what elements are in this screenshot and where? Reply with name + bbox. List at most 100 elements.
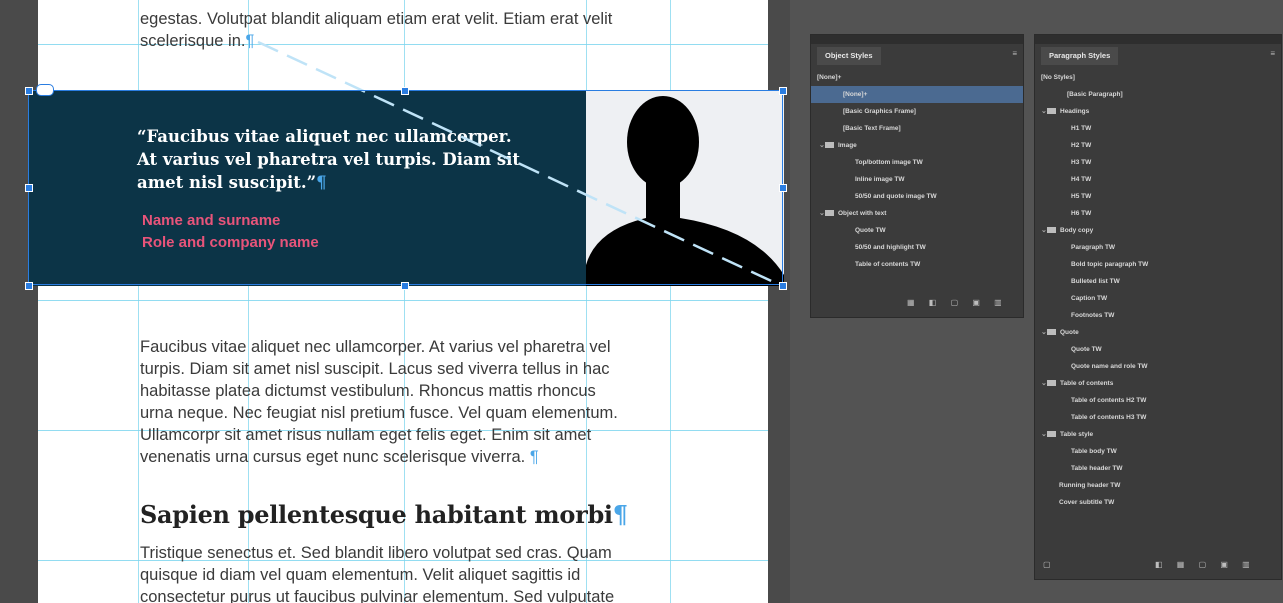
tab-paragraph-styles[interactable]: Paragraph Styles [1041, 47, 1119, 65]
style-item[interactable]: 50/50 and highlight TW [811, 239, 1023, 256]
style-item[interactable]: Table of contents H2 TW [1035, 392, 1281, 409]
style-label: [Basic Paragraph] [1067, 91, 1123, 98]
folder-icon [1047, 431, 1056, 438]
object-styles-panel[interactable]: Object Styles ≡ [None]+ [None]+ [Basic G… [810, 34, 1024, 318]
group-label: Body copy [1060, 227, 1094, 234]
style-label: Cover subtitle TW [1059, 499, 1115, 506]
style-label: Quote name and role TW [1071, 363, 1148, 370]
style-label: Table body TW [1071, 448, 1117, 455]
style-item[interactable]: Table of contents TW [811, 256, 1023, 273]
style-group[interactable]: ⌄ Object with text [811, 205, 1023, 222]
style-item[interactable]: Bold topic paragraph TW [1035, 256, 1281, 273]
style-item[interactable]: Quote TW [1035, 341, 1281, 358]
style-group[interactable]: ⌄ Image [811, 137, 1023, 154]
folder-icon [825, 142, 834, 149]
style-label: Inline image TW [855, 176, 905, 183]
style-item[interactable]: Inline image TW [811, 171, 1023, 188]
style-label: Running header TW [1059, 482, 1121, 489]
style-item[interactable]: Top/bottom image TW [811, 154, 1023, 171]
style-label: Top/bottom image TW [855, 159, 923, 166]
style-label: Bold topic paragraph TW [1071, 261, 1149, 268]
panel-footer-icons[interactable]: ◧ ▦ ▢ ▣ ▥ [1155, 560, 1256, 569]
style-label: [Basic Text Frame] [843, 125, 901, 132]
style-group[interactable]: ⌄ Headings [1035, 103, 1281, 120]
resize-handle[interactable] [401, 282, 409, 290]
style-item[interactable]: Caption TW [1035, 290, 1281, 307]
style-item[interactable]: 50/50 and quote image TW [811, 188, 1023, 205]
style-label: H5 TW [1071, 193, 1092, 200]
style-item[interactable]: H6 TW [1035, 205, 1281, 222]
style-label: H3 TW [1071, 159, 1092, 166]
style-item[interactable]: [Basic Graphics Frame] [811, 103, 1023, 120]
style-label: Paragraph TW [1071, 244, 1116, 251]
style-item[interactable]: Quote name and role TW [1035, 358, 1281, 375]
folder-icon [1047, 329, 1056, 336]
style-label: 50/50 and highlight TW [855, 244, 926, 251]
resize-handle[interactable] [779, 184, 787, 192]
style-item[interactable]: Paragraph TW [1035, 239, 1281, 256]
panel-drag-bar[interactable] [1035, 35, 1281, 44]
current-style: [None]+ [817, 74, 842, 81]
style-item[interactable]: [Basic Text Frame] [811, 120, 1023, 137]
style-item[interactable]: H1 TW [1035, 120, 1281, 137]
folder-icon [1047, 380, 1056, 387]
style-group[interactable]: ⌄ Table style [1035, 426, 1281, 443]
style-label: 50/50 and quote image TW [855, 193, 937, 200]
style-label: Table of contents H3 TW [1071, 414, 1147, 421]
folder-icon [1047, 108, 1056, 115]
style-item[interactable]: [None]+ [811, 86, 1023, 103]
resize-handle[interactable] [779, 282, 787, 290]
resize-handle[interactable] [25, 87, 33, 95]
group-label: Image [838, 142, 857, 149]
style-item[interactable]: H2 TW [1035, 137, 1281, 154]
panel-drag-bar[interactable] [811, 35, 1023, 44]
style-label: Footnotes TW [1071, 312, 1115, 319]
style-label: Table header TW [1071, 465, 1123, 472]
style-item[interactable]: Footnotes TW [1035, 307, 1281, 324]
style-item[interactable]: H5 TW [1035, 188, 1281, 205]
tab-object-styles[interactable]: Object Styles [817, 47, 881, 65]
panel-footer-left-icon[interactable]: ▢ [1043, 560, 1057, 569]
style-label: [Basic Graphics Frame] [843, 108, 916, 115]
folder-icon [825, 210, 834, 217]
style-item[interactable]: Cover subtitle TW [1035, 494, 1281, 511]
current-style: [No Styles] [1041, 74, 1075, 81]
panel-menu-icon[interactable]: ≡ [1270, 49, 1275, 58]
resize-handle[interactable] [25, 184, 33, 192]
style-item[interactable]: Table header TW [1035, 460, 1281, 477]
style-label: Table of contents H2 TW [1071, 397, 1147, 404]
group-label: Object with text [838, 210, 887, 217]
style-item[interactable]: Quote TW [811, 222, 1023, 239]
style-label: Table of contents TW [855, 261, 921, 268]
current-style-label: [None]+ [811, 69, 1023, 86]
style-item[interactable]: Table of contents H3 TW [1035, 409, 1281, 426]
style-item[interactable]: [Basic Paragraph] [1035, 86, 1281, 103]
style-group[interactable]: ⌄ Table of contents [1035, 375, 1281, 392]
panel-footer-icons[interactable]: ▦ ◧ ▢ ▣ ▥ [907, 298, 1008, 307]
resize-handle[interactable] [25, 282, 33, 290]
style-item[interactable]: Bulleted list TW [1035, 273, 1281, 290]
resize-handle[interactable] [401, 87, 409, 95]
folder-icon [1047, 227, 1056, 234]
style-item[interactable]: H4 TW [1035, 171, 1281, 188]
style-label: H2 TW [1071, 142, 1092, 149]
current-style-label: [No Styles] [1035, 69, 1281, 86]
selection-outline [28, 90, 783, 285]
paragraph-styles-panel[interactable]: Paragraph Styles ≡ [No Styles] [Basic Pa… [1034, 34, 1282, 580]
content-grabber-icon[interactable] [36, 84, 54, 96]
group-label: Quote [1060, 329, 1079, 336]
style-label: Bulleted list TW [1071, 278, 1120, 285]
style-item[interactable]: Running header TW [1035, 477, 1281, 494]
style-item[interactable]: H3 TW [1035, 154, 1281, 171]
group-label: Headings [1060, 108, 1090, 115]
style-label: Quote TW [1071, 346, 1102, 353]
group-label: Table style [1060, 431, 1094, 438]
panel-menu-icon[interactable]: ≡ [1012, 49, 1017, 58]
group-label: Table of contents [1060, 380, 1114, 387]
style-label: H1 TW [1071, 125, 1092, 132]
style-item[interactable]: Table body TW [1035, 443, 1281, 460]
resize-handle[interactable] [779, 87, 787, 95]
style-group[interactable]: ⌄ Body copy [1035, 222, 1281, 239]
style-group[interactable]: ⌄ Quote [1035, 324, 1281, 341]
style-label: [None]+ [843, 91, 868, 98]
